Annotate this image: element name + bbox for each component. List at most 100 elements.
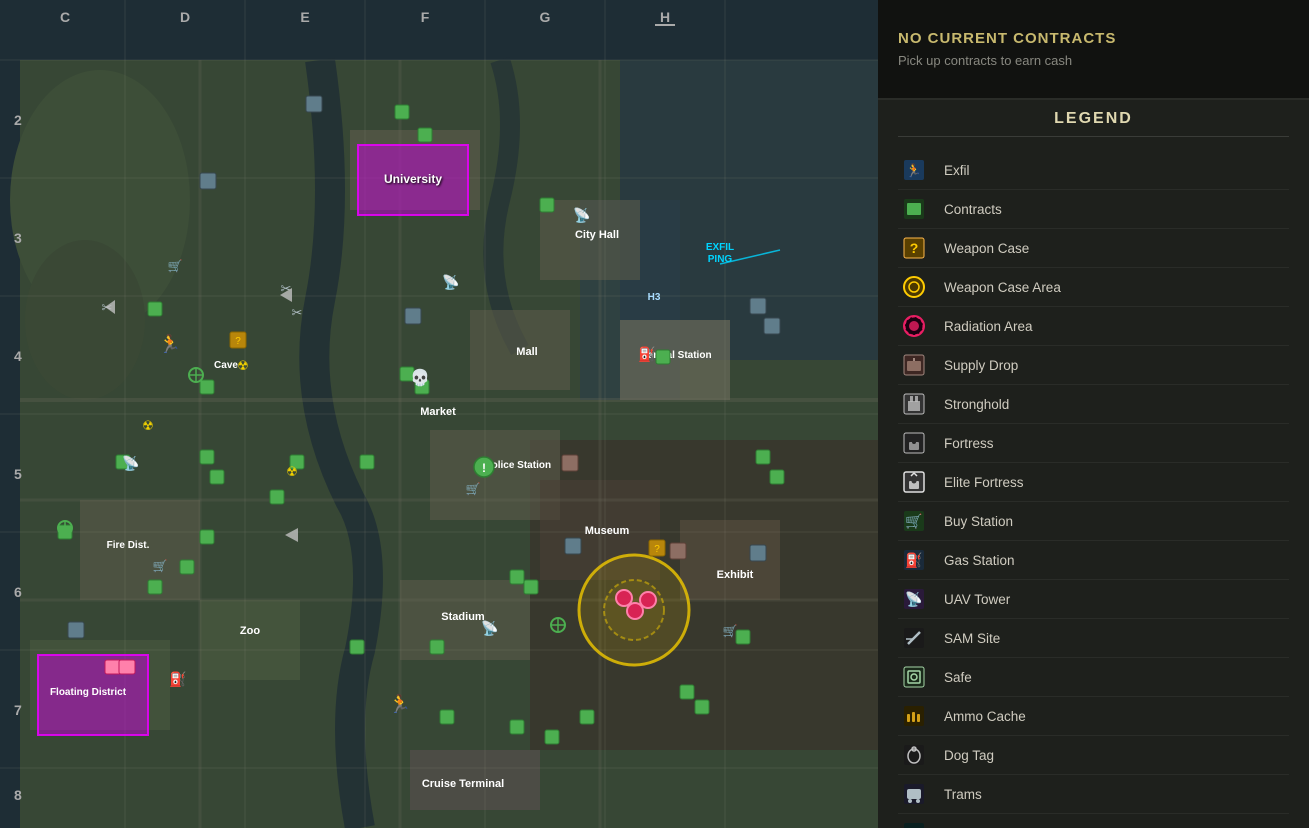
legend-label-buy-station: Buy Station — [944, 514, 1013, 529]
svg-text:☢: ☢ — [286, 464, 298, 479]
svg-text:H3: H3 — [648, 292, 661, 303]
contracts-section: NO CURRENT CONTRACTS Pick up contracts t… — [878, 0, 1309, 100]
svg-text:Zoo: Zoo — [240, 625, 260, 637]
legend-label-weapon-case-area: Weapon Case Area — [944, 280, 1061, 295]
legend-label-contracts: Contracts — [944, 202, 1002, 217]
legend-icon-weapon-case-area — [898, 273, 930, 301]
svg-text:📡: 📡 — [905, 590, 923, 608]
legend-icon-exfil: 🏃 — [898, 156, 930, 184]
svg-text:8: 8 — [14, 787, 22, 803]
svg-text:G: G — [540, 9, 551, 25]
svg-text:?: ? — [654, 544, 660, 555]
svg-text:Exhibit: Exhibit — [717, 569, 754, 581]
legend-icon-fortress — [898, 429, 930, 457]
svg-text:🛒: 🛒 — [905, 513, 922, 530]
svg-text:📡: 📡 — [481, 619, 499, 637]
svg-text:Floating District: Floating District — [50, 687, 127, 698]
legend-label-fortress: Fortress — [944, 436, 994, 451]
legend-icon-supply-drop — [898, 351, 930, 379]
legend-label-uav-tower: UAV Tower — [944, 592, 1010, 607]
legend-item-contracts: Contracts — [898, 190, 1289, 229]
legend-label-stronghold: Stronghold — [944, 397, 1009, 412]
legend-icon-taxi-boat — [898, 819, 930, 828]
svg-text:⛽: ⛽ — [169, 671, 186, 688]
svg-text:H: H — [660, 9, 670, 25]
legend-section: LEGEND 🏃 Exfil Contracts? Weapon Case Weapon… — [878, 100, 1309, 828]
svg-text:🛒: 🛒 — [723, 624, 738, 638]
svg-text:Fire Dist.: Fire Dist. — [107, 540, 150, 551]
contracts-subtitle: Pick up contracts to earn cash — [898, 53, 1289, 68]
legend-label-dog-tag: Dog Tag — [944, 748, 994, 763]
svg-text:☢: ☢ — [237, 358, 249, 373]
svg-text:7: 7 — [14, 702, 22, 718]
legend-item-exfil: 🏃 Exfil — [898, 151, 1289, 190]
legend-item-buy-station: 🛒 Buy Station — [898, 502, 1289, 541]
svg-text:City Hall: City Hall — [575, 229, 619, 241]
legend-icon-gas-station: ⛽ — [898, 546, 930, 574]
legend-icon-contracts — [898, 195, 930, 223]
svg-text:Museum: Museum — [585, 525, 630, 537]
right-panel: NO CURRENT CONTRACTS Pick up contracts t… — [878, 0, 1309, 828]
svg-text:🛒: 🛒 — [153, 559, 168, 573]
svg-text:☢: ☢ — [142, 418, 154, 433]
svg-text:🏃: 🏃 — [389, 693, 411, 714]
legend-title: LEGEND — [898, 110, 1289, 137]
legend-icon-sam-site — [898, 624, 930, 652]
svg-text:5: 5 — [14, 466, 22, 482]
svg-text:University: University — [384, 172, 442, 186]
svg-text:?: ? — [910, 240, 919, 256]
legend-label-radiation-area: Radiation Area — [944, 319, 1033, 334]
legend-item-ammo-cache: Ammo Cache — [898, 697, 1289, 736]
legend-label-gas-station: Gas Station — [944, 553, 1015, 568]
svg-text:🛒: 🛒 — [168, 259, 183, 273]
map-svg: C D E F G H 2 3 4 5 6 7 8 University Cit… — [0, 0, 878, 828]
svg-text:6: 6 — [14, 584, 22, 600]
legend-item-dog-tag: Dog Tag — [898, 736, 1289, 775]
legend-label-trams: Trams — [944, 787, 982, 802]
legend-item-taxi-boat: Taxi Boat — [898, 814, 1289, 828]
legend-label-ammo-cache: Ammo Cache — [944, 709, 1026, 724]
legend-item-weapon-case: ? Weapon Case — [898, 229, 1289, 268]
legend-icon-elite-fortress — [898, 468, 930, 496]
svg-text:📡: 📡 — [573, 206, 591, 224]
legend-icon-stronghold — [898, 390, 930, 418]
legend-label-elite-fortress: Elite Fortress — [944, 475, 1024, 490]
legend-item-uav-tower: 📡 UAV Tower — [898, 580, 1289, 619]
svg-text:Police Station: Police Station — [485, 460, 551, 471]
svg-text:?: ? — [235, 336, 241, 347]
svg-text:D: D — [180, 9, 190, 25]
svg-text:E: E — [300, 9, 309, 25]
legend-icon-radiation-area — [898, 312, 930, 340]
legend-label-weapon-case: Weapon Case — [944, 241, 1029, 256]
svg-text:Mall: Mall — [516, 346, 537, 358]
legend-items-container: 🏃 Exfil Contracts? Weapon Case Weapon Case A… — [898, 151, 1289, 828]
svg-text:💀: 💀 — [410, 368, 430, 387]
svg-text:EXFIL: EXFIL — [706, 242, 734, 253]
legend-item-gas-station: ⛽ Gas Station — [898, 541, 1289, 580]
legend-item-supply-drop: Supply Drop — [898, 346, 1289, 385]
legend-label-safe: Safe — [944, 670, 972, 685]
svg-text:C: C — [60, 9, 70, 25]
legend-icon-dog-tag — [898, 741, 930, 769]
svg-text:Cruise Terminal: Cruise Terminal — [422, 778, 504, 790]
map-area: C D E F G H 2 3 4 5 6 7 8 University Cit… — [0, 0, 878, 828]
svg-text:!: ! — [482, 461, 486, 475]
contracts-title: NO CURRENT CONTRACTS — [898, 30, 1289, 47]
legend-item-elite-fortress: Elite Fortress — [898, 463, 1289, 502]
legend-item-radiation-area: Radiation Area — [898, 307, 1289, 346]
legend-label-exfil: Exfil — [944, 163, 970, 178]
svg-text:🏃: 🏃 — [906, 163, 922, 178]
legend-item-weapon-case-area: Weapon Case Area — [898, 268, 1289, 307]
svg-text:2: 2 — [14, 112, 22, 128]
svg-text:✂: ✂ — [292, 305, 303, 320]
svg-text:Stadium: Stadium — [441, 611, 485, 623]
svg-text:📡: 📡 — [442, 273, 460, 291]
legend-item-sam-site: SAM Site — [898, 619, 1289, 658]
svg-text:⛽: ⛽ — [638, 346, 655, 363]
svg-text:🛒: 🛒 — [466, 482, 481, 496]
svg-text:4: 4 — [14, 348, 22, 364]
legend-item-safe: Safe — [898, 658, 1289, 697]
legend-icon-buy-station: 🛒 — [898, 507, 930, 535]
svg-text:Market: Market — [420, 406, 456, 418]
svg-text:🏃: 🏃 — [159, 333, 181, 354]
